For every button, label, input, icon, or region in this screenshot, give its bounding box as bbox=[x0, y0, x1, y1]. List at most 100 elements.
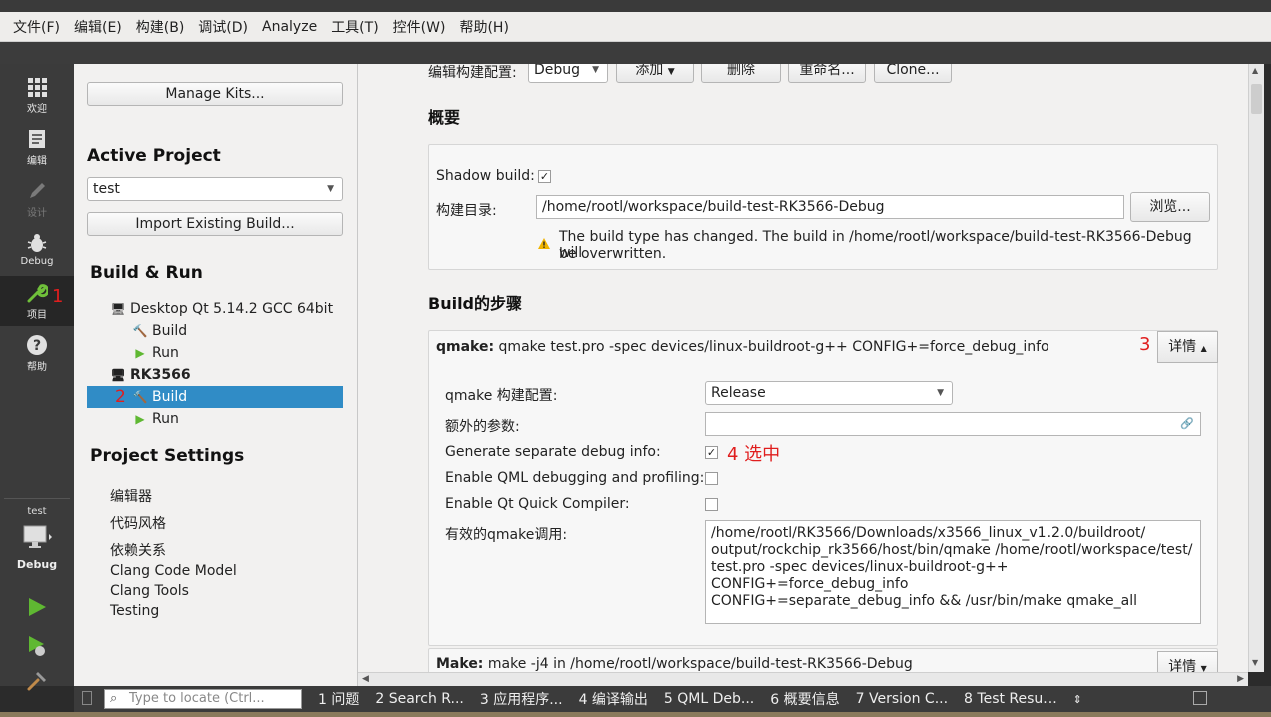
qmake-step-bold: qmake: bbox=[436, 339, 495, 355]
more-tabs-icon[interactable]: ⇕ bbox=[1073, 693, 1082, 706]
qmake-details-button[interactable]: 详情 ▲ bbox=[1157, 331, 1218, 363]
annotation-2: 2 bbox=[115, 387, 126, 407]
tab-general-messages[interactable]: 6 概要信息 bbox=[770, 689, 839, 709]
active-project-title: Active Project bbox=[87, 146, 221, 166]
kit-label: Desktop Qt 5.14.2 GCC 64bit bbox=[130, 301, 334, 317]
build-run-title: Build & Run bbox=[90, 263, 203, 283]
menu-build[interactable]: 构建(B) bbox=[129, 17, 192, 37]
scroll-left-icon[interactable]: ◀ bbox=[362, 674, 369, 684]
debug-run-icon[interactable] bbox=[26, 634, 48, 662]
locator-input[interactable]: ⌕ Type to locate (Ctrl... bbox=[104, 689, 302, 709]
import-existing-build-button[interactable]: Import Existing Build... bbox=[87, 212, 343, 236]
extra-args-input[interactable]: 🔗 bbox=[705, 412, 1201, 436]
svg-text:?: ? bbox=[33, 338, 41, 354]
setting-code-style[interactable]: 代码风格 bbox=[110, 513, 166, 533]
qml-debug-checkbox[interactable] bbox=[705, 472, 718, 485]
run-label: Run bbox=[152, 345, 179, 361]
menu-help[interactable]: 帮助(H) bbox=[452, 17, 515, 37]
desktop-strip bbox=[0, 712, 1271, 717]
setting-testing[interactable]: Testing bbox=[110, 603, 159, 619]
kit-desktop-build[interactable]: 🔨 Build bbox=[132, 320, 188, 342]
scroll-up-icon[interactable]: ▲ bbox=[1252, 66, 1258, 75]
kit-rk3566-run[interactable]: ▶ Run bbox=[132, 408, 178, 430]
kit-rk3566-build[interactable]: 2 🔨 Build bbox=[87, 386, 343, 408]
setting-dependencies[interactable]: 依赖关系 bbox=[110, 540, 166, 560]
edit-config-label: 编辑构建配置: bbox=[428, 65, 517, 81]
mode-label: 编辑 bbox=[27, 156, 47, 167]
menu-edit[interactable]: 编辑(E) bbox=[67, 17, 129, 37]
toggle-output-icon[interactable] bbox=[1193, 691, 1207, 705]
tab-version-control[interactable]: 7 Version C... bbox=[856, 691, 948, 707]
active-project-select[interactable]: test ▼ bbox=[87, 177, 343, 201]
manage-kits-button[interactable]: Manage Kits... bbox=[87, 82, 343, 106]
build-label: Build bbox=[152, 323, 188, 339]
extra-args-label: 额外的参数: bbox=[445, 419, 520, 435]
shadow-build-label: Shadow build: bbox=[436, 168, 535, 184]
scrollbar-thumb[interactable] bbox=[1251, 84, 1262, 114]
build-config-select[interactable]: Debug ▼ bbox=[528, 64, 608, 83]
kit-desktop[interactable]: 🖥 Desktop Qt 5.14.2 GCC 64bit bbox=[110, 298, 333, 320]
build-hammer-icon[interactable] bbox=[26, 670, 48, 696]
horizontal-scrollbar[interactable]: ◀ ▶ bbox=[358, 672, 1248, 686]
delete-config-button[interactable]: 删除 bbox=[701, 64, 781, 83]
toolbar-strip bbox=[0, 42, 1271, 64]
tab-qml-debugger[interactable]: 5 QML Deb... bbox=[664, 691, 754, 707]
mode-label: 欢迎 bbox=[27, 104, 47, 115]
build-label: Build bbox=[152, 389, 188, 405]
tab-compile-output[interactable]: 4 编译输出 bbox=[579, 689, 648, 709]
separate-debug-label: Generate separate debug info: bbox=[445, 444, 661, 460]
tab-issues[interactable]: 1 问题 bbox=[318, 689, 359, 709]
qmake-config-select[interactable]: Release ▼ bbox=[705, 381, 953, 405]
qmake-config-label: qmake 构建配置: bbox=[445, 388, 558, 404]
tab-test-results[interactable]: 8 Test Resu... bbox=[964, 691, 1057, 707]
make-details-button[interactable]: 详情 ▼ bbox=[1157, 651, 1218, 672]
effective-call-output: /home/rootl/RK3566/Downloads/x3566_linux… bbox=[705, 520, 1201, 624]
details-label: 详情 bbox=[1168, 659, 1197, 672]
menu-file[interactable]: 文件(F) bbox=[6, 17, 67, 37]
qmake-config-value: Release bbox=[711, 385, 766, 401]
hammer-icon: 🔨 bbox=[132, 390, 148, 404]
window-titlebar bbox=[0, 0, 1271, 12]
target-project-label: test bbox=[27, 506, 47, 517]
mode-help[interactable]: ? 帮助 bbox=[0, 328, 74, 378]
mode-label: 帮助 bbox=[27, 362, 47, 373]
setting-clang-tools[interactable]: Clang Tools bbox=[110, 583, 189, 599]
scroll-down-icon[interactable]: ▼ bbox=[1252, 658, 1258, 667]
toggle-sidebar-icon[interactable] bbox=[82, 691, 92, 705]
mode-debug[interactable]: Debug bbox=[0, 226, 74, 276]
effective-line: test.pro -spec devices/linux-buildroot-g… bbox=[711, 559, 1009, 592]
kit-rk3566[interactable]: 🖥 RK3566 bbox=[110, 364, 190, 386]
add-config-button[interactable]: 添加 ▼ bbox=[616, 64, 694, 83]
quick-compiler-checkbox[interactable] bbox=[705, 498, 718, 511]
mode-edit[interactable]: 编辑 bbox=[0, 122, 74, 172]
monitor-icon[interactable] bbox=[22, 524, 52, 554]
build-dir-input[interactable]: /home/rootl/workspace/build-test-RK3566-… bbox=[536, 195, 1124, 219]
kit-desktop-run[interactable]: ▶ Run bbox=[132, 342, 179, 364]
setting-clang-code-model[interactable]: Clang Code Model bbox=[110, 563, 237, 579]
annotation-3: 3 bbox=[1139, 334, 1151, 355]
menu-debug[interactable]: 调试(D) bbox=[191, 17, 255, 37]
menu-tools[interactable]: 工具(T) bbox=[324, 17, 385, 37]
vertical-scrollbar[interactable]: ▲ ▼ bbox=[1248, 64, 1264, 672]
setting-editor[interactable]: 编辑器 bbox=[110, 486, 152, 506]
build-settings-pane: 编辑构建配置: Debug ▼ 添加 ▼ 删除 重命名... Clone... … bbox=[358, 64, 1248, 672]
edit-doc-icon bbox=[25, 128, 49, 150]
run-icon[interactable] bbox=[26, 596, 48, 622]
menu-widgets[interactable]: 控件(W) bbox=[386, 17, 453, 37]
effective-line: output/rockchip_rk3566/host/bin/qmake /h… bbox=[711, 542, 1193, 558]
mode-design[interactable]: 设计 bbox=[0, 174, 74, 224]
tab-application-output[interactable]: 3 应用程序... bbox=[480, 689, 563, 709]
mode-projects[interactable]: 项目 1 bbox=[0, 276, 74, 326]
browse-button[interactable]: 浏览... bbox=[1130, 192, 1210, 222]
mode-welcome[interactable]: 欢迎 bbox=[0, 70, 74, 120]
menu-analyze[interactable]: Analyze bbox=[255, 19, 324, 35]
target-mode-label: Debug bbox=[16, 558, 58, 571]
scroll-right-icon[interactable]: ▶ bbox=[1237, 674, 1244, 684]
monitor-icon: 🖥 bbox=[110, 368, 126, 382]
tab-search-results[interactable]: 2 Search R... bbox=[375, 691, 463, 707]
clone-config-button[interactable]: Clone... bbox=[874, 64, 952, 83]
rename-config-button[interactable]: 重命名... bbox=[788, 64, 866, 83]
separate-debug-checkbox[interactable]: ✓ bbox=[705, 446, 718, 459]
shadow-build-checkbox[interactable]: ✓ bbox=[538, 170, 551, 183]
macro-variable-icon[interactable]: 🔗 bbox=[1180, 413, 1194, 435]
